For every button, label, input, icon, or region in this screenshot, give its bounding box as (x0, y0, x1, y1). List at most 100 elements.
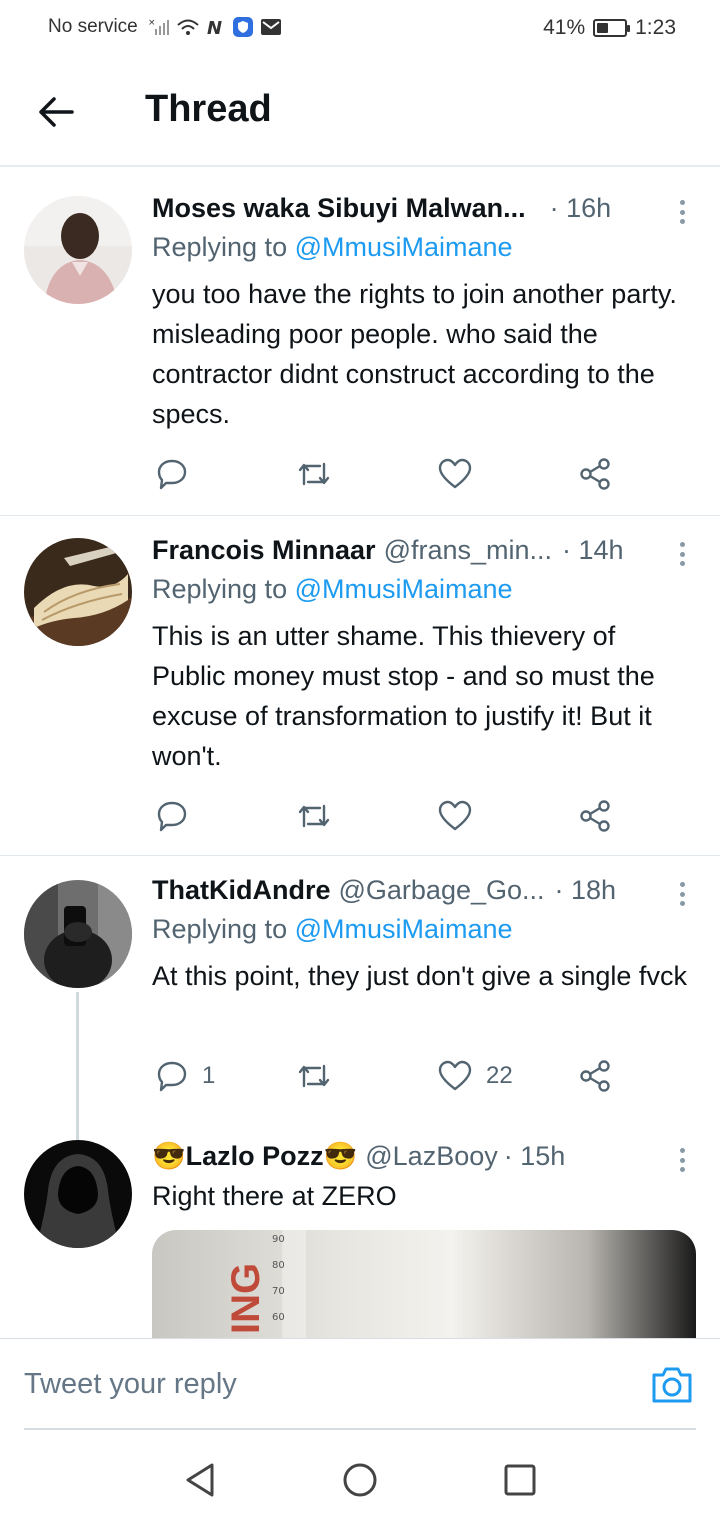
retweet-icon (298, 1064, 330, 1088)
back-button[interactable] (30, 86, 82, 138)
timestamp: · 16h (549, 192, 612, 223)
timestamp: · 14h (562, 534, 624, 565)
avatar[interactable] (24, 538, 132, 646)
media-text: ING (224, 1262, 268, 1334)
retweet-icon (298, 804, 330, 828)
more-options-icon[interactable] (668, 880, 696, 908)
share-icon (580, 1060, 610, 1092)
battery-percent: 41% (543, 16, 586, 39)
reply-composer (0, 1338, 720, 1429)
retweet-button[interactable] (296, 796, 332, 836)
vpn-shield-icon (232, 17, 253, 37)
display-name[interactable]: Francois Minnaar (152, 535, 376, 566)
heart-icon (438, 458, 472, 489)
svg-text:×: × (148, 18, 156, 28)
carrier-label: No service (48, 16, 138, 37)
more-options-icon[interactable] (668, 1146, 696, 1174)
display-name[interactable]: ThatKidAndre (152, 875, 331, 906)
media-tick-label: 90 (272, 1234, 285, 1245)
comment-icon (157, 459, 187, 490)
media-tick-label: 70 (272, 1286, 285, 1297)
tweet[interactable]: Francois Minnaar @frans_min... · 14h Rep… (0, 516, 720, 856)
system-nav-bar (0, 1440, 720, 1520)
nav-home-button[interactable] (338, 1458, 382, 1502)
clock: 1:23 (635, 16, 676, 39)
reply-button[interactable] (156, 454, 188, 494)
avatar-image (24, 538, 132, 646)
tweet-text: you too have the rights to join another … (152, 279, 677, 429)
avatar-image (24, 1140, 132, 1248)
tweet-text: At this point, they just don't give a si… (152, 961, 687, 991)
thread-connector (76, 992, 79, 1140)
status-bar: No service × N 41% 1:23 (0, 0, 720, 56)
display-name[interactable]: 😎Lazlo Pozz😎 (152, 1140, 357, 1172)
reply-button[interactable]: 1 (156, 1056, 215, 1096)
comment-icon (157, 1061, 187, 1092)
camera-icon (652, 1367, 692, 1403)
square-recents-icon (504, 1464, 536, 1496)
camera-button[interactable] (650, 1365, 694, 1405)
tweet-actions (152, 454, 622, 494)
like-count: 22 (486, 1062, 513, 1089)
media-tick-label: 80 (272, 1260, 285, 1271)
timestamp: · 15h (503, 1140, 566, 1171)
share-button[interactable] (578, 1056, 612, 1096)
tweet[interactable]: 😎Lazlo Pozz😎 @LazBooy · 15h Right there … (0, 1120, 720, 1338)
user-handle[interactable]: @Garbage_Go... (339, 875, 545, 906)
tweet-text: Right there at ZERO (152, 1181, 397, 1211)
share-button[interactable] (578, 454, 612, 494)
header-divider (0, 166, 720, 172)
tweet-media-image[interactable]: 90 80 70 60 ING (152, 1230, 696, 1338)
share-icon (580, 800, 610, 832)
page-title: Thread (145, 88, 272, 130)
avatar[interactable] (24, 880, 132, 988)
tweet-text: This is an utter shame. This thievery of… (152, 621, 655, 771)
avatar[interactable] (24, 1140, 132, 1248)
like-button[interactable] (438, 454, 472, 494)
tweet[interactable]: ThatKidAndre @Garbage_Go... · 18h Replyi… (0, 856, 720, 1140)
svg-text:N: N (207, 18, 222, 37)
tweet-actions (152, 796, 622, 836)
share-icon (580, 458, 610, 490)
heart-icon (438, 1060, 472, 1091)
replying-prefix: Replying to (152, 574, 295, 604)
retweet-button[interactable] (296, 1056, 332, 1096)
comment-icon (157, 801, 187, 832)
avatar[interactable] (24, 196, 132, 304)
retweet-button[interactable] (296, 454, 332, 494)
battery-fill (597, 23, 609, 33)
reply-divider (24, 1428, 696, 1430)
share-button[interactable] (578, 796, 612, 836)
like-button[interactable]: 22 (438, 1056, 513, 1096)
wifi-icon (177, 19, 199, 35)
reply-count: 1 (202, 1062, 216, 1089)
like-button[interactable] (438, 796, 472, 836)
replying-prefix: Replying to (152, 914, 295, 944)
mention-link[interactable]: @MmusiMaimane (295, 914, 513, 944)
circle-home-icon (343, 1463, 377, 1497)
mail-icon (260, 19, 281, 35)
avatar-image (24, 880, 132, 988)
reply-button[interactable] (156, 796, 188, 836)
triangle-back-icon (186, 1463, 214, 1497)
avatar-image (24, 196, 132, 304)
tweet-actions: 1 22 (152, 1056, 622, 1096)
display-name[interactable]: Moses waka Sibuyi Malwan... (152, 193, 526, 224)
battery-icon (593, 19, 631, 37)
mention-link[interactable]: @MmusiMaimane (295, 574, 513, 604)
more-options-icon[interactable] (668, 198, 696, 226)
signal-icon: × (148, 18, 169, 35)
nfc-icon: N (207, 18, 222, 37)
retweet-icon (298, 462, 330, 486)
nav-recents-button[interactable] (498, 1458, 542, 1502)
tweet[interactable]: Moses waka Sibuyi Malwan... · 16h Replyi… (0, 174, 720, 516)
more-options-icon[interactable] (668, 540, 696, 568)
reply-input[interactable] (24, 1339, 564, 1429)
timestamp: · 18h (554, 874, 617, 905)
replying-prefix: Replying to (152, 232, 295, 262)
nav-back-button[interactable] (178, 1458, 222, 1502)
heart-icon (438, 800, 472, 831)
user-handle[interactable]: @frans_min... (384, 535, 552, 566)
mention-link[interactable]: @MmusiMaimane (295, 232, 513, 262)
user-handle[interactable]: @LazBooy (365, 1141, 497, 1172)
